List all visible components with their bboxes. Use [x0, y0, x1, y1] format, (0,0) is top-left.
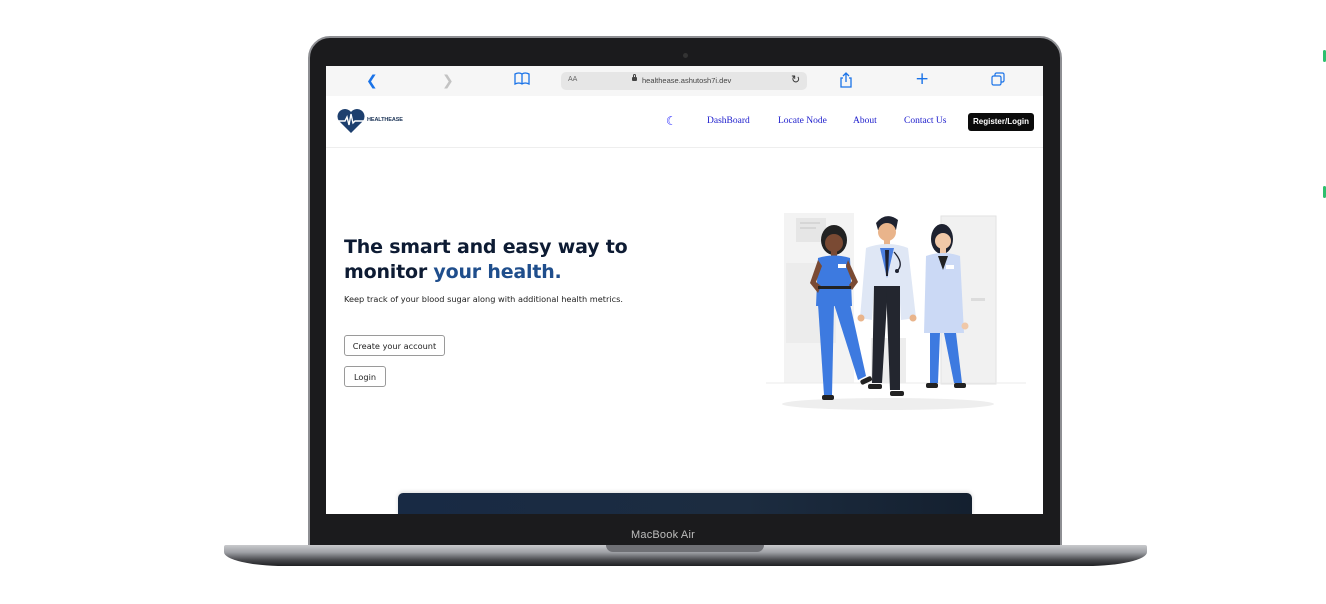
- nav-contact-us[interactable]: Contact Us: [904, 116, 946, 126]
- logo-text: HEALTHEASE: [367, 117, 403, 123]
- url-text[interactable]: healthease.ashutosh7i.dev: [642, 76, 731, 85]
- heart-pulse-logo-icon[interactable]: [336, 108, 366, 138]
- moon-icon[interactable]: ☾: [666, 114, 677, 128]
- bookmarks-icon[interactable]: [514, 72, 530, 91]
- forward-arrow-icon[interactable]: ❯: [442, 72, 454, 90]
- camera: [683, 53, 688, 58]
- hero-title-accent: your health.: [433, 261, 562, 283]
- reader-aa-button[interactable]: AA: [568, 76, 577, 83]
- site-navbar: HEALTHEASE ☾ DashBoard Locate Node About…: [326, 96, 1043, 148]
- dashboard-preview-card: [398, 493, 972, 514]
- laptop-notch: [606, 545, 764, 552]
- nav-about[interactable]: About: [853, 116, 877, 126]
- login-button[interactable]: Login: [344, 366, 386, 387]
- hero-title: The smart and easy way to monitor your h…: [344, 235, 644, 285]
- browser-toolbar: ❮ ❯ AA healthease.ashutosh7i.dev ↻ +: [326, 66, 1043, 97]
- doctors-illustration: [766, 213, 1026, 410]
- nav-locate-node[interactable]: Locate Node: [778, 116, 827, 126]
- lock-icon: [632, 74, 637, 81]
- address-bar[interactable]: AA healthease.ashutosh7i.dev ↻: [561, 72, 807, 90]
- register-login-button[interactable]: Register/Login: [968, 113, 1034, 131]
- nav-dashboard[interactable]: DashBoard: [707, 116, 750, 126]
- back-arrow-icon[interactable]: ❮: [366, 72, 378, 90]
- create-account-button[interactable]: Create your account: [344, 335, 445, 356]
- hero-subtitle: Keep track of your blood sugar along wit…: [344, 294, 623, 304]
- tabs-icon[interactable]: [991, 72, 1005, 91]
- hero-title-line1: The smart and easy way to: [344, 236, 628, 258]
- new-tab-icon[interactable]: +: [915, 70, 929, 88]
- reload-icon[interactable]: ↻: [791, 73, 800, 86]
- hero-title-line2-prefix: monitor: [344, 261, 434, 283]
- screen: ❮ ❯ AA healthease.ashutosh7i.dev ↻ + HEA…: [326, 66, 1043, 514]
- share-icon[interactable]: [839, 72, 853, 93]
- device-label: MacBook Air: [631, 529, 695, 541]
